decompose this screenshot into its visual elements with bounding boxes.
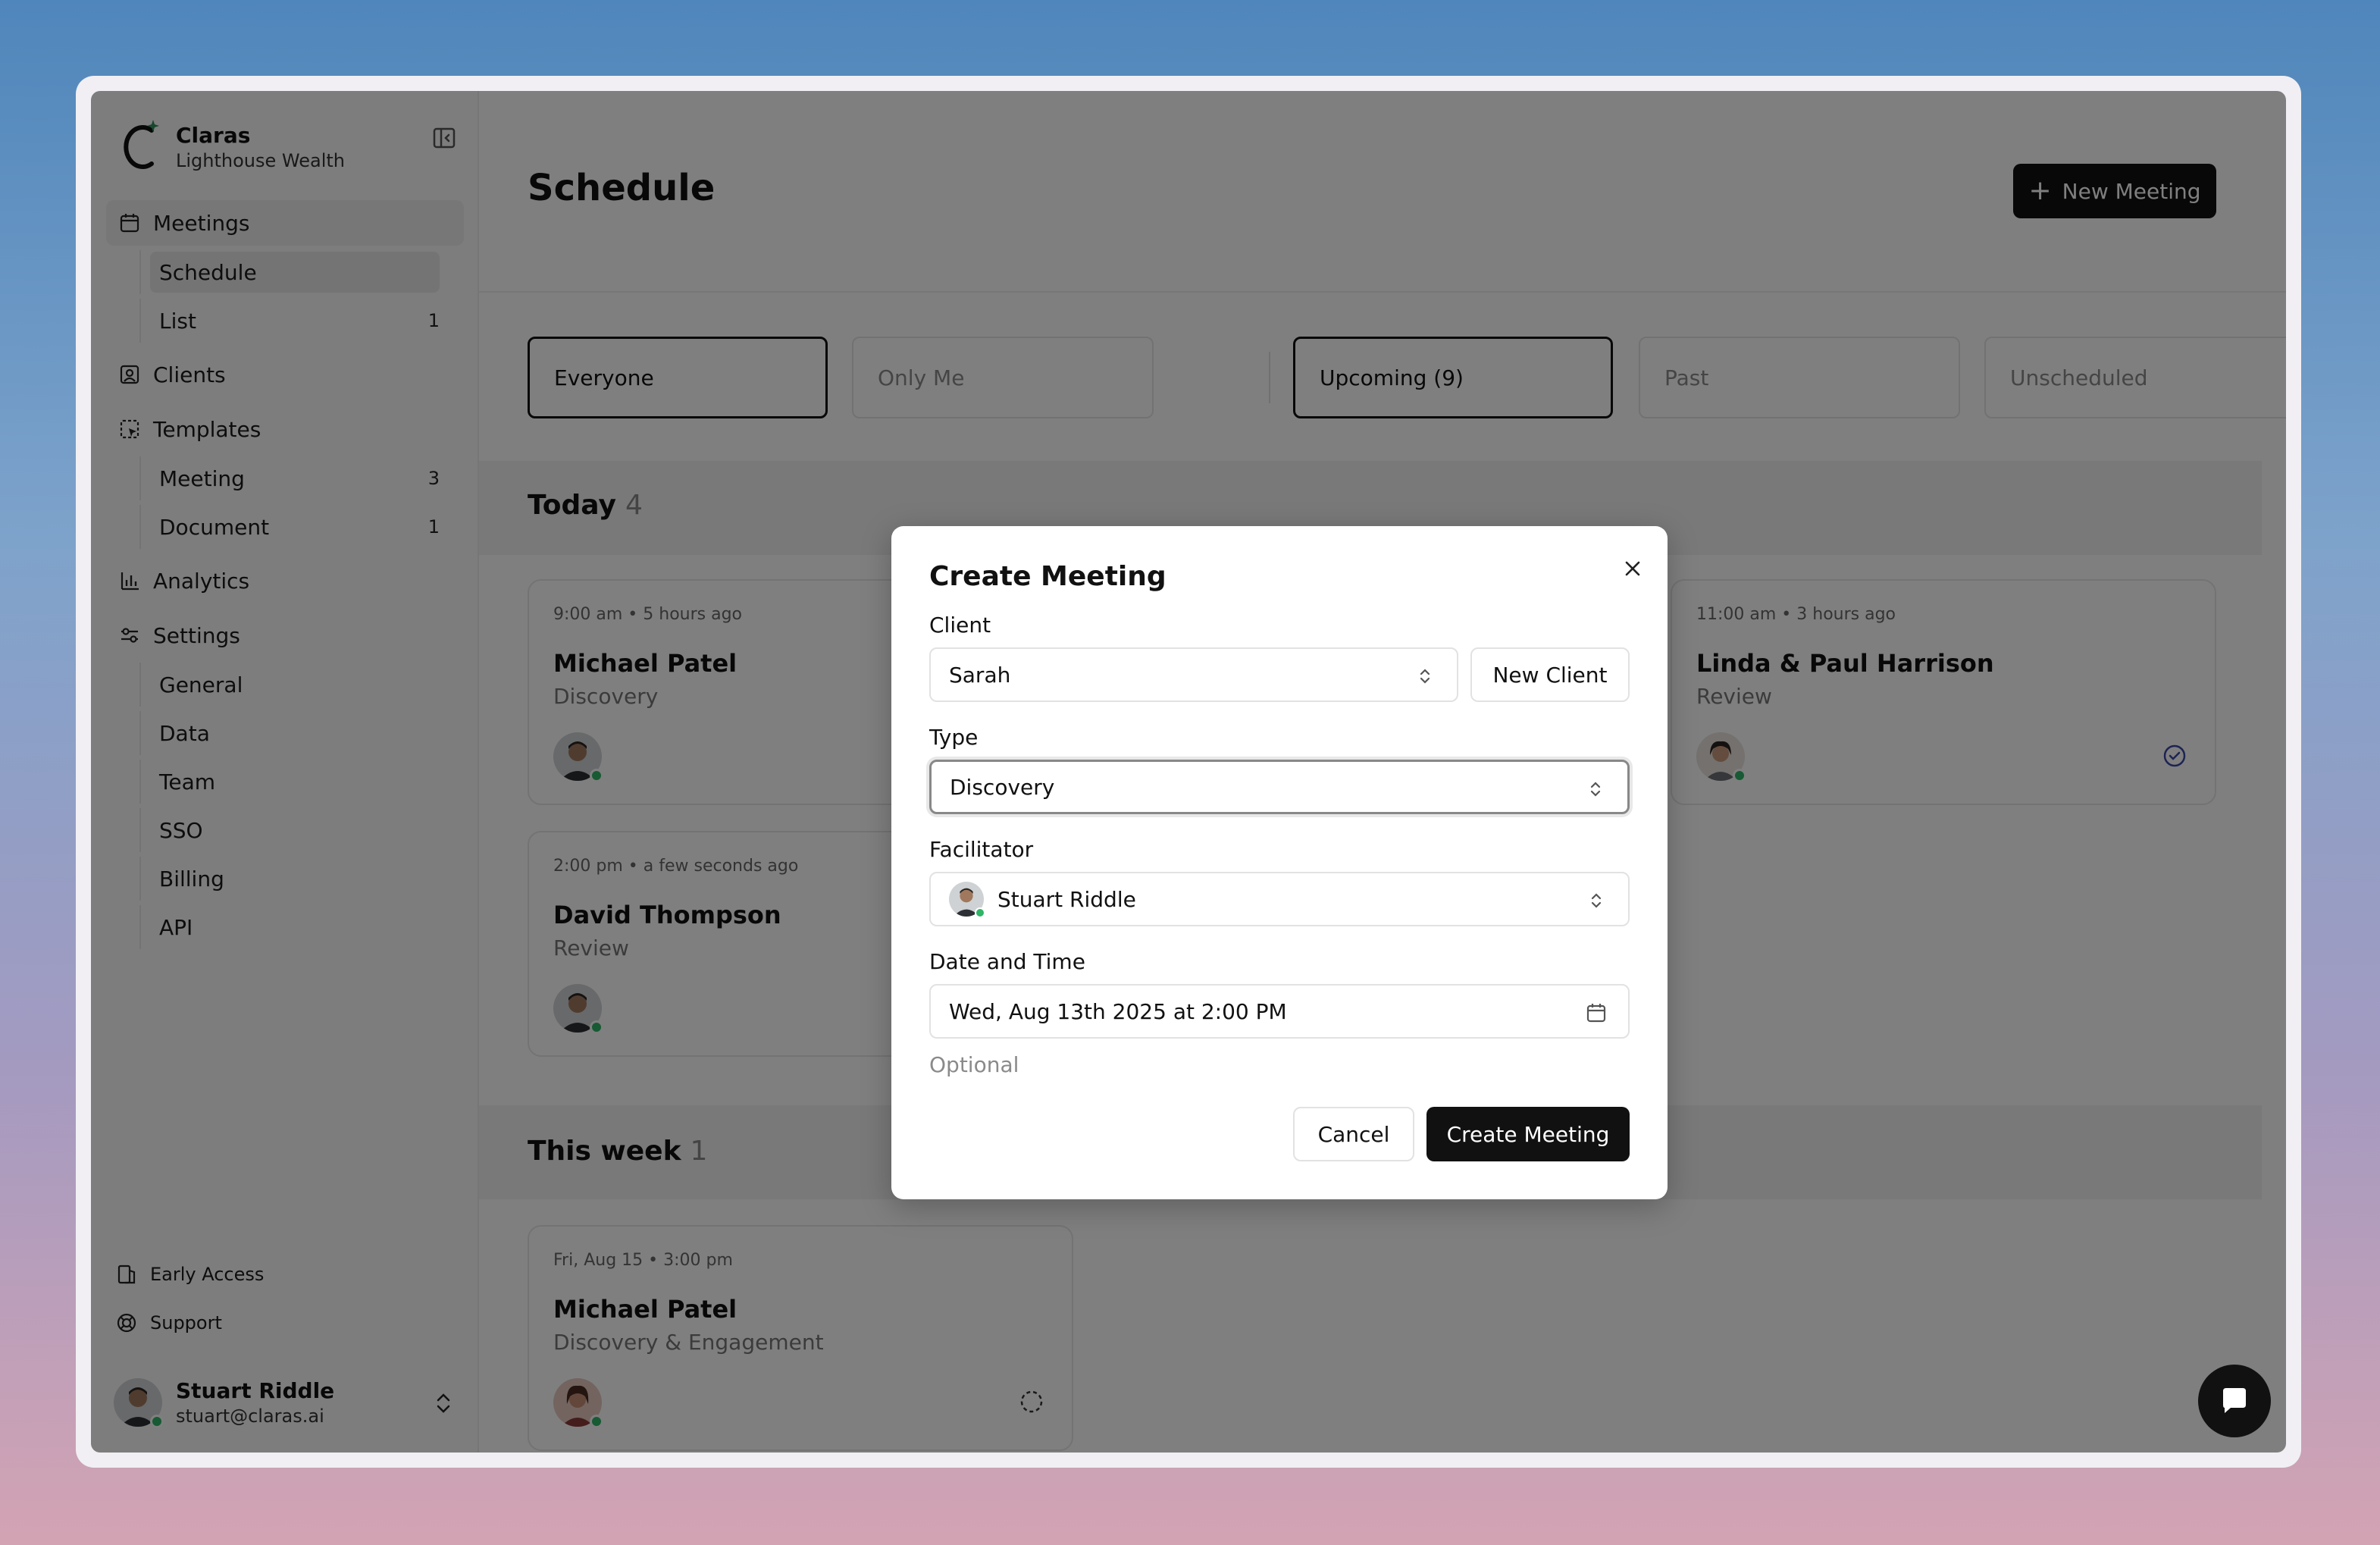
chat-button[interactable] — [2198, 1365, 2271, 1437]
type-select[interactable]: Discovery — [929, 760, 1630, 814]
close-icon[interactable] — [1619, 555, 1646, 582]
chevron-up-down-icon — [1591, 893, 1602, 908]
client-select[interactable]: Sarah — [929, 647, 1458, 702]
datetime-hint: Optional — [929, 1052, 1019, 1077]
chevron-up-down-icon — [1590, 782, 1601, 797]
chat-icon — [2223, 1388, 2246, 1413]
type-value: Discovery — [950, 774, 1055, 800]
new-client-button[interactable]: New Client — [1470, 647, 1630, 702]
client-label: Client — [929, 613, 991, 638]
facilitator-value: Stuart Riddle — [997, 886, 1136, 912]
datetime-value: Wed, Aug 13th 2025 at 2:00 PM — [949, 998, 1287, 1024]
facilitator-select[interactable]: Stuart Riddle — [929, 872, 1630, 926]
datetime-picker[interactable]: Wed, Aug 13th 2025 at 2:00 PM — [929, 984, 1630, 1039]
client-value: Sarah — [949, 662, 1011, 688]
datetime-label: Date and Time — [929, 949, 1085, 974]
type-label: Type — [929, 725, 979, 750]
chevron-up-down-icon — [1420, 669, 1430, 684]
create-meeting-button[interactable]: Create Meeting — [1426, 1107, 1630, 1161]
cancel-button[interactable]: Cancel — [1293, 1107, 1414, 1161]
dialog-title: Create Meeting — [929, 561, 1167, 592]
online-indicator — [975, 907, 985, 918]
app-window: Claras Lighthouse Wealth Meetings Schedu… — [91, 91, 2286, 1453]
create-meeting-dialog: Create Meeting Client Sarah New Client T… — [891, 526, 1668, 1199]
facilitator-label: Facilitator — [929, 837, 1034, 862]
avatar — [949, 882, 985, 918]
calendar-icon[interactable] — [1584, 1001, 1608, 1025]
